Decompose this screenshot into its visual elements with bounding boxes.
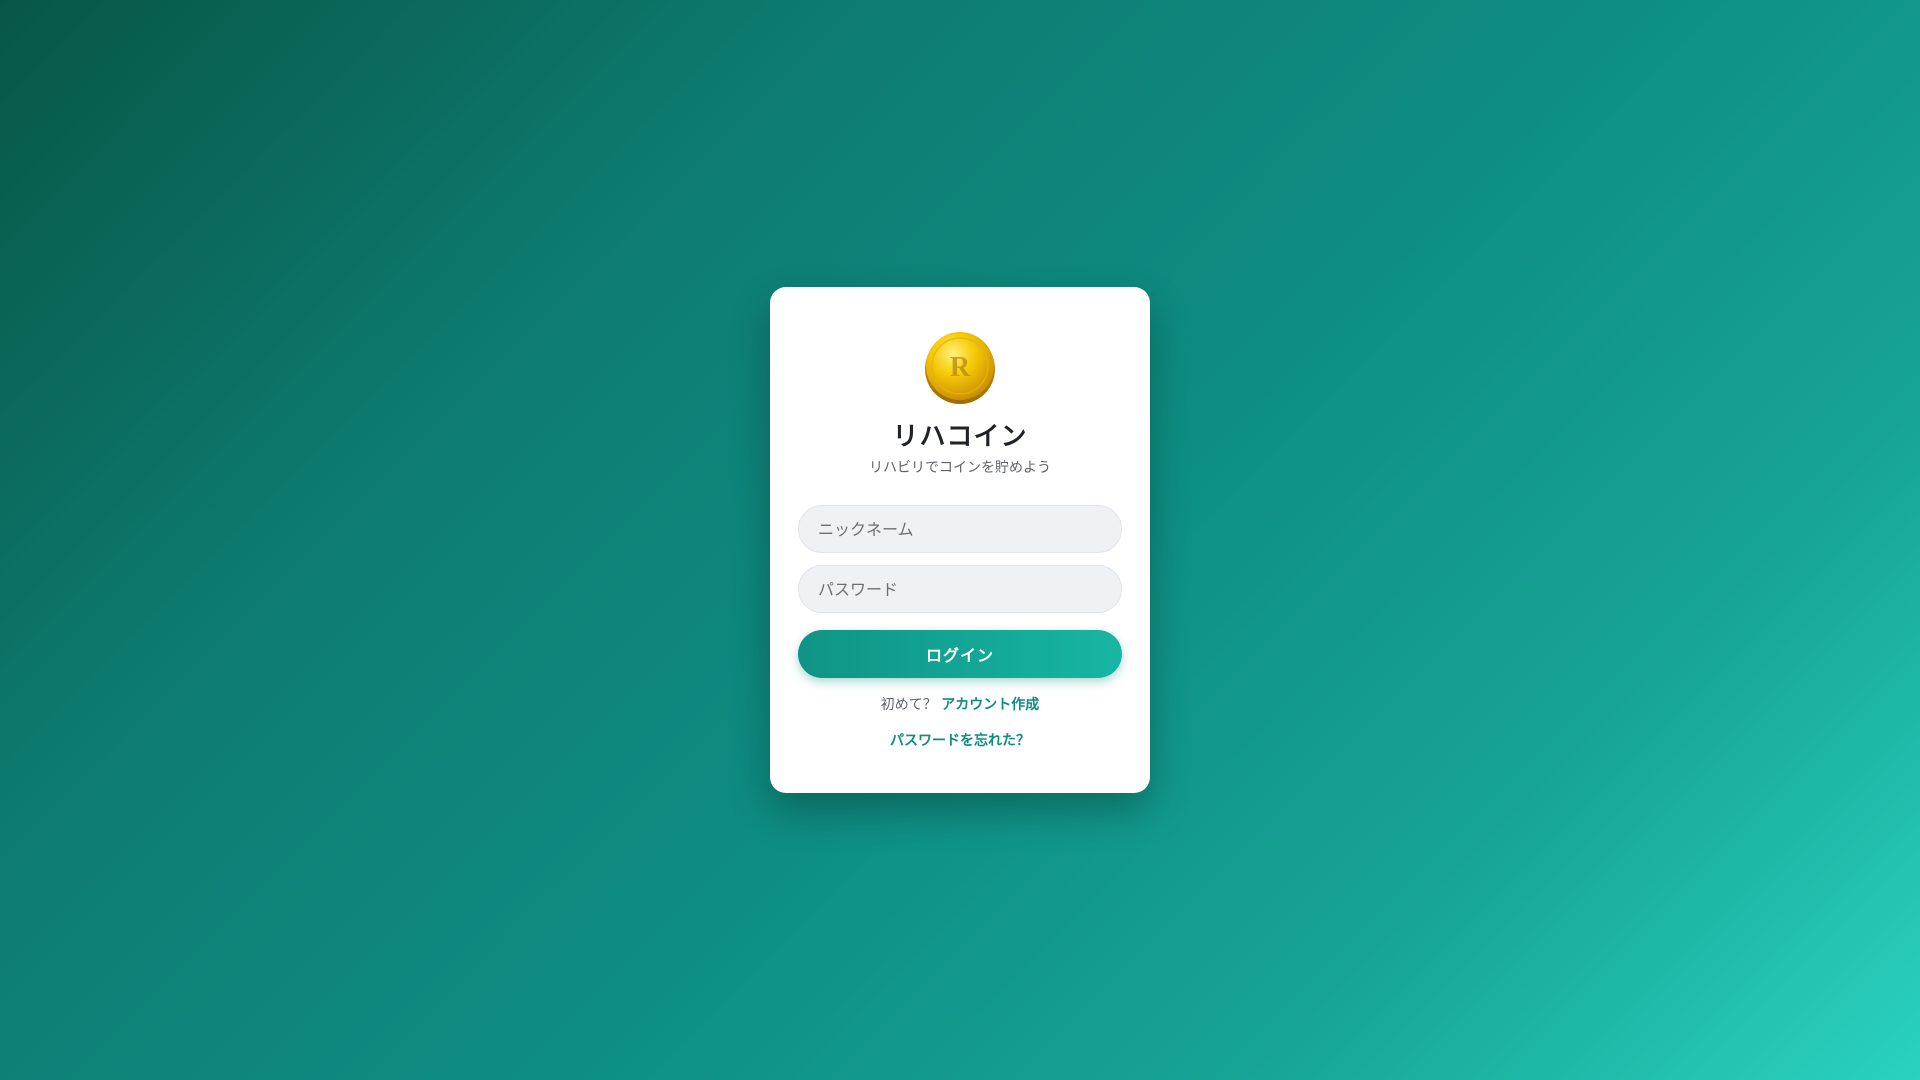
app-subtitle: リハビリでコインを貯めよう: [869, 460, 1051, 476]
login-card: R リハコイン リハビリでコインを貯めよう ログイン 初めて？ アカウント作成 …: [770, 287, 1150, 793]
app-title: リハコイン: [892, 422, 1028, 452]
forgot-password-link[interactable]: パスワードを忘れた？: [890, 733, 1030, 749]
forgot-row: パスワードを忘れた？: [890, 731, 1030, 751]
signup-row: 初めて？ アカウント作成: [881, 695, 1039, 715]
create-account-link[interactable]: アカウント作成: [941, 697, 1039, 713]
signup-prompt: 初めて？: [880, 697, 937, 713]
coin-letter: R: [950, 352, 971, 383]
login-button[interactable]: ログイン: [798, 630, 1122, 678]
password-input[interactable]: [798, 565, 1122, 613]
gold-coin-icon: R: [924, 331, 996, 405]
nickname-input[interactable]: [798, 505, 1122, 553]
